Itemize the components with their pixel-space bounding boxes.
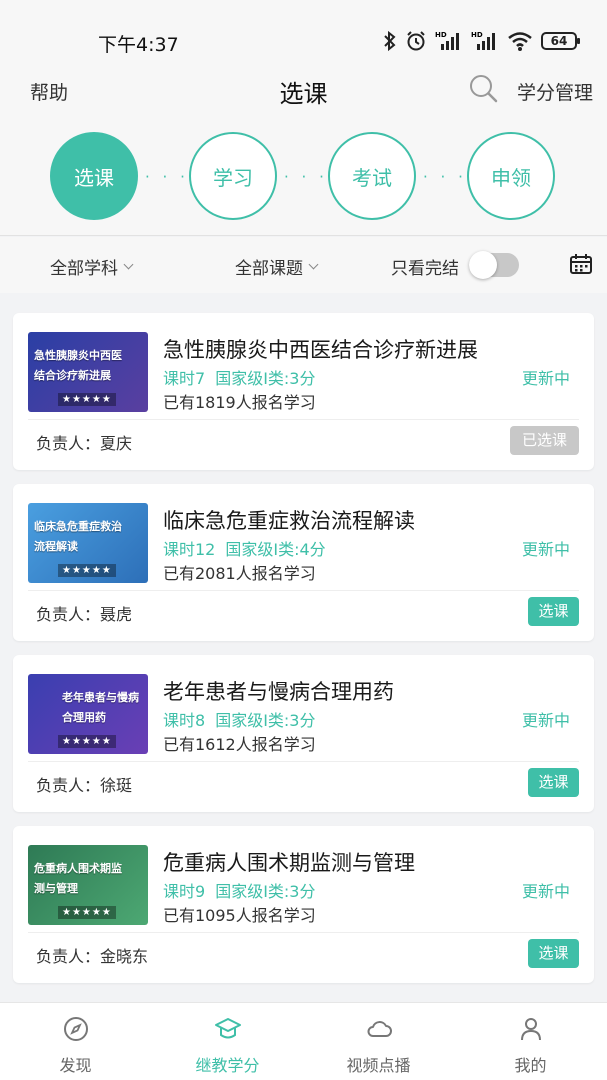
- filter-bar: 全部学科 全部课题 只看完结: [0, 237, 607, 293]
- step-separator: · · ·: [284, 168, 328, 186]
- enroll-button[interactable]: 选课: [528, 597, 579, 626]
- graduation-cap-icon: [215, 1018, 241, 1039]
- course-credit: 国家级I类:3分: [215, 369, 316, 388]
- svg-text:HD: HD: [435, 31, 447, 39]
- course-meta: 课时12 国家级I类:4分: [163, 536, 326, 560]
- tab-video-on-demand[interactable]: 视频点播: [303, 1003, 454, 1080]
- step-claim[interactable]: 申领: [467, 132, 555, 220]
- bottom-tab-bar: 发现 继教学分 视频点播 我的: [0, 1002, 607, 1080]
- finished-only-label: 只看完结: [391, 259, 459, 279]
- course-thumbnail: 临床急危重症救治流程解读 ★★★★★: [28, 503, 148, 583]
- divider: [28, 932, 579, 933]
- subject-filter[interactable]: 全部学科: [50, 254, 134, 279]
- chevron-down-icon: [123, 259, 134, 269]
- cloud-icon: [367, 1021, 392, 1037]
- subject-filter-label: 全部学科: [50, 259, 118, 279]
- thumbnail-title: 危重病人围术期监测与管理: [34, 862, 122, 895]
- finished-only-toggle[interactable]: [469, 251, 519, 279]
- course-card[interactable]: 危重病人围术期监测与管理 ★★★★★ 危重病人围术期监测与管理 课时9 国家级I类…: [13, 826, 594, 983]
- course-thumbnail: 急性胰腺炎中西医结合诊疗新进展 ★★★★★: [28, 332, 148, 412]
- divider: [28, 419, 579, 420]
- tab-label: 视频点播: [346, 1056, 411, 1075]
- course-enrolled: 已有1819人报名学习: [163, 393, 316, 412]
- course-card[interactable]: 临床急危重症救治流程解读 ★★★★★ 临床急危重症救治流程解读 课时12 国家级I…: [13, 484, 594, 641]
- chevron-down-icon: [308, 259, 319, 269]
- step-separator: · · ·: [423, 168, 467, 186]
- star-rating: ★★★★★: [58, 393, 116, 406]
- thumbnail-title: 临床急危重症救治流程解读: [34, 520, 122, 553]
- person-icon: [521, 1018, 541, 1041]
- topic-filter[interactable]: 全部课题: [235, 254, 319, 279]
- bluetooth-icon: [384, 30, 396, 52]
- course-status: 更新中: [521, 882, 570, 901]
- step-select-course[interactable]: 选课: [50, 132, 138, 220]
- signal-icon: HD: [435, 31, 459, 50]
- course-hours: 课时8: [163, 711, 206, 730]
- calendar-icon[interactable]: [569, 253, 593, 275]
- alarm-icon: [407, 31, 425, 51]
- tab-label: 继教学分: [195, 1056, 260, 1075]
- thumbnail-title: 老年患者与慢病合理用药: [62, 691, 139, 724]
- topic-filter-label: 全部课题: [235, 259, 303, 279]
- course-owner: 负责人：聂虎: [36, 605, 133, 624]
- course-thumbnail: 老年患者与慢病合理用药 ★★★★★: [28, 674, 148, 754]
- compass-icon: [64, 1017, 88, 1041]
- divider: [28, 761, 579, 762]
- step-progress: 选课 · · · 学习 · · · 考试 · · · 申领: [0, 118, 607, 236]
- wifi-icon: [508, 32, 532, 51]
- search-icon[interactable]: [467, 72, 499, 104]
- star-rating: ★★★★★: [58, 906, 116, 919]
- app-header: 帮助 选课 学分管理: [0, 62, 607, 118]
- course-status: 更新中: [521, 540, 570, 559]
- enroll-button[interactable]: 选课: [528, 939, 579, 968]
- svg-text:HD: HD: [471, 31, 483, 39]
- course-owner: 负责人：徐珽: [36, 776, 133, 795]
- status-icons: HD HD 64: [383, 30, 580, 52]
- divider: [28, 590, 579, 591]
- course-hours: 课时12: [163, 540, 216, 559]
- course-title[interactable]: 危重病人围术期监测与管理: [163, 847, 415, 877]
- step-study[interactable]: 学习: [189, 132, 277, 220]
- course-credit: 国家级I类:3分: [215, 882, 316, 901]
- page-title: 选课: [279, 80, 328, 108]
- course-owner: 负责人：夏庆: [36, 434, 133, 453]
- status-time: 下午4:37: [98, 34, 179, 56]
- signal-icon-2: HD: [471, 31, 495, 50]
- star-rating: ★★★★★: [58, 735, 116, 748]
- course-credit: 国家级I类:4分: [225, 540, 326, 559]
- course-title[interactable]: 临床急危重症救治流程解读: [163, 505, 415, 535]
- tab-continuing-education[interactable]: 继教学分: [152, 1003, 303, 1080]
- course-status: 更新中: [521, 369, 570, 388]
- course-card[interactable]: 老年患者与慢病合理用药 ★★★★★ 老年患者与慢病合理用药 课时8 国家级I类:3…: [13, 655, 594, 812]
- course-hours: 课时9: [163, 882, 206, 901]
- course-thumbnail: 危重病人围术期监测与管理 ★★★★★: [28, 845, 148, 925]
- course-card[interactable]: 急性胰腺炎中西医结合诊疗新进展 ★★★★★ 急性胰腺炎中西医结合诊疗新进展 课时…: [13, 313, 594, 470]
- star-rating: ★★★★★: [58, 564, 116, 577]
- course-title[interactable]: 急性胰腺炎中西医结合诊疗新进展: [163, 334, 478, 364]
- battery-icon: 64: [541, 32, 580, 50]
- enrolled-button[interactable]: 已选课: [510, 426, 579, 455]
- status-bar: 下午4:37 HD HD 64: [0, 0, 607, 62]
- course-enrolled: 已有2081人报名学习: [163, 564, 316, 583]
- course-meta: 课时7 国家级I类:3分: [163, 365, 315, 389]
- tab-label: 发现: [59, 1056, 92, 1075]
- course-credit: 国家级I类:3分: [215, 711, 316, 730]
- course-enrolled: 已有1095人报名学习: [163, 906, 316, 925]
- toggle-knob: [469, 251, 497, 279]
- tab-mine[interactable]: 我的: [455, 1003, 606, 1080]
- course-meta: 课时8 国家级I类:3分: [163, 707, 315, 731]
- credit-management-link[interactable]: 学分管理: [517, 78, 593, 105]
- step-separator: · · ·: [145, 168, 189, 186]
- course-title[interactable]: 老年患者与慢病合理用药: [163, 676, 394, 706]
- course-owner: 负责人：金晓东: [36, 947, 149, 966]
- course-hours: 课时7: [163, 369, 206, 388]
- tab-label: 我的: [514, 1056, 547, 1075]
- step-exam[interactable]: 考试: [328, 132, 416, 220]
- enroll-button[interactable]: 选课: [528, 768, 579, 797]
- course-meta: 课时9 国家级I类:3分: [163, 878, 315, 902]
- thumbnail-title: 急性胰腺炎中西医结合诊疗新进展: [34, 349, 122, 382]
- tab-discover[interactable]: 发现: [0, 1003, 151, 1080]
- course-status: 更新中: [521, 711, 570, 730]
- course-enrolled: 已有1612人报名学习: [163, 735, 316, 754]
